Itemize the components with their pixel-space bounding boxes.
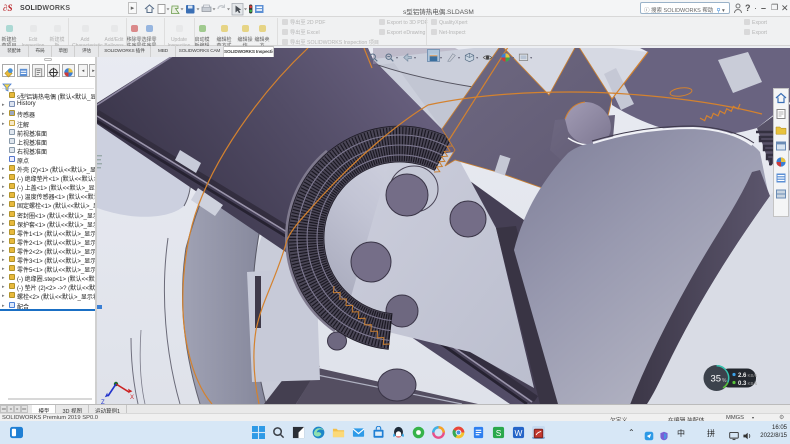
svg-text:KB/s: KB/s <box>748 381 758 386</box>
svg-text:S: S <box>496 428 502 438</box>
svg-text:35: 35 <box>711 374 722 385</box>
svg-text:0.3: 0.3 <box>738 381 747 387</box>
svg-text:W: W <box>515 428 523 438</box>
svg-text:%: % <box>722 378 727 384</box>
svg-text:2.6: 2.6 <box>738 373 747 379</box>
svg-text:KB/s: KB/s <box>748 373 758 378</box>
svg-text:X: X <box>130 395 134 401</box>
